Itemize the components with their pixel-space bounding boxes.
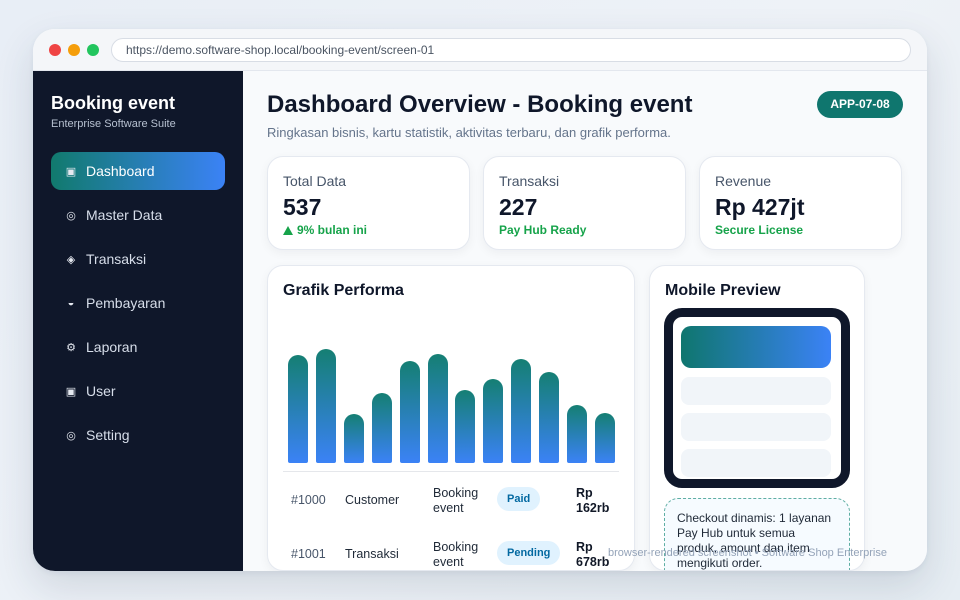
table-row[interactable]: #1001 Transaksi Booking event Pending Rp…: [283, 534, 619, 570]
performance-chart-card: Grafik Performa #1000 Customer Booking e…: [267, 265, 635, 571]
stat-value: Rp 427jt: [715, 194, 805, 220]
target-icon: ◎: [66, 429, 76, 442]
half-circle-icon: ◒: [67, 297, 75, 309]
stat-label: Revenue: [715, 173, 772, 189]
sidebar-item-user[interactable]: ▣ User: [51, 372, 225, 410]
phone-banner: [681, 326, 831, 368]
sidebar-item-dashboard[interactable]: ▣ Dashboard: [51, 152, 225, 190]
chart-bar-12: [594, 413, 615, 463]
mobile-preview-card: Mobile Preview Checkout dinamis: 1 layan…: [649, 265, 865, 571]
row-amount: Rp 162rb: [576, 486, 610, 515]
chart-bar-2: [315, 349, 336, 463]
trend-up-icon: [283, 226, 293, 235]
sidebar-item-label: Pembayaran: [86, 295, 166, 311]
stat-label: Transaksi: [499, 173, 560, 189]
row-name: Customer: [345, 493, 400, 507]
chart-bar-8: [483, 378, 504, 463]
app-title: Booking event: [51, 93, 176, 113]
chart-bar-5: [399, 360, 420, 463]
square-icon: ▣: [65, 385, 77, 398]
sidebar-item-label: Laporan: [86, 339, 138, 355]
chart-bar-4: [371, 392, 392, 463]
sidebar: Booking event Enterprise Software Suite …: [33, 71, 243, 571]
stat-note: Secure License: [715, 223, 804, 237]
sidebar-item-setting[interactable]: ◎ Setting: [51, 416, 225, 454]
row-id: #1001: [291, 547, 326, 561]
bar-chart: [268, 266, 634, 476]
watermark: browser-rendered screenshot • Software S…: [608, 547, 887, 559]
stat-value: 537: [283, 194, 322, 220]
maximize-window-button[interactable]: [87, 44, 99, 56]
chart-bar-1: [288, 355, 308, 463]
app-id-badge: APP-07-08: [817, 91, 903, 118]
status-badge: Paid: [497, 487, 541, 511]
sidebar-item-label: User: [86, 383, 116, 399]
sidebar-item-pembayaran[interactable]: ◒ Pembayaran: [51, 284, 225, 322]
status-badge: Pending: [497, 541, 561, 565]
minimize-window-button[interactable]: [68, 44, 80, 56]
checkout-note: Checkout dinamis: 1 layanan Pay Hub untu…: [664, 498, 850, 570]
stat-card-revenue: Revenue Rp 427jt Secure License: [699, 156, 902, 250]
sidebar-item-label: Dashboard: [86, 163, 155, 179]
stat-note-text: 9% bulan ini: [297, 223, 368, 237]
dashboard-icon: ▣: [65, 165, 77, 178]
stat-card-transaksi: Transaksi 227 Pay Hub Ready: [483, 156, 686, 250]
phone-list-item: [681, 377, 831, 405]
stat-card-total-data: Total Data 537 9% bulan ini: [267, 156, 470, 250]
row-type: Booking event: [433, 540, 479, 569]
phone-list-item: [681, 449, 831, 477]
phone-list-item: [681, 413, 831, 441]
chart-bar-9: [511, 359, 532, 463]
sidebar-item-label: Transaksi: [86, 251, 147, 267]
chart-bar-6: [427, 354, 448, 463]
gear-icon: ⚙: [66, 341, 76, 354]
row-name: Transaksi: [345, 547, 399, 561]
app-subtitle: Enterprise Software Suite: [51, 118, 176, 130]
target-icon: ◎: [66, 209, 76, 222]
stat-label: Total Data: [283, 173, 347, 189]
sidebar-item-transaksi[interactable]: ◈ Transaksi: [51, 240, 225, 278]
stat-value: 227: [499, 194, 538, 220]
close-window-button[interactable]: [49, 44, 61, 56]
browser-window: https://demo.software-shop.local/booking…: [33, 29, 927, 571]
row-id: #1000: [291, 493, 326, 507]
chart-bar-10: [539, 372, 560, 463]
chart-bar-3: [343, 414, 364, 463]
table-row[interactable]: #1000 Customer Booking event Paid Rp 162…: [283, 480, 619, 524]
sidebar-item-laporan[interactable]: ⚙ Laporan: [51, 328, 225, 366]
sidebar-item-label: Setting: [86, 427, 130, 443]
row-type: Booking event: [433, 486, 479, 515]
stat-note: Pay Hub Ready: [499, 223, 587, 237]
sidebar-item-master-data[interactable]: ◎ Master Data: [51, 196, 225, 234]
page-title: Dashboard Overview - Booking event: [267, 91, 693, 118]
main-content: Dashboard Overview - Booking event Ringk…: [243, 71, 927, 571]
browser-chrome: https://demo.software-shop.local/booking…: [33, 29, 927, 71]
diamond-icon: ◈: [66, 253, 76, 266]
chart-bar-7: [455, 390, 476, 463]
sidebar-item-label: Master Data: [86, 207, 163, 223]
page-subtitle: Ringkasan bisnis, kartu statistik, aktiv…: [267, 125, 671, 140]
mobile-preview-title: Mobile Preview: [665, 282, 781, 299]
stat-note: 9% bulan ini: [283, 223, 367, 237]
chart-bar-11: [567, 405, 587, 463]
phone-mockup: [664, 308, 850, 488]
chart-baseline: [283, 471, 619, 472]
address-bar[interactable]: https://demo.software-shop.local/booking…: [111, 38, 911, 62]
